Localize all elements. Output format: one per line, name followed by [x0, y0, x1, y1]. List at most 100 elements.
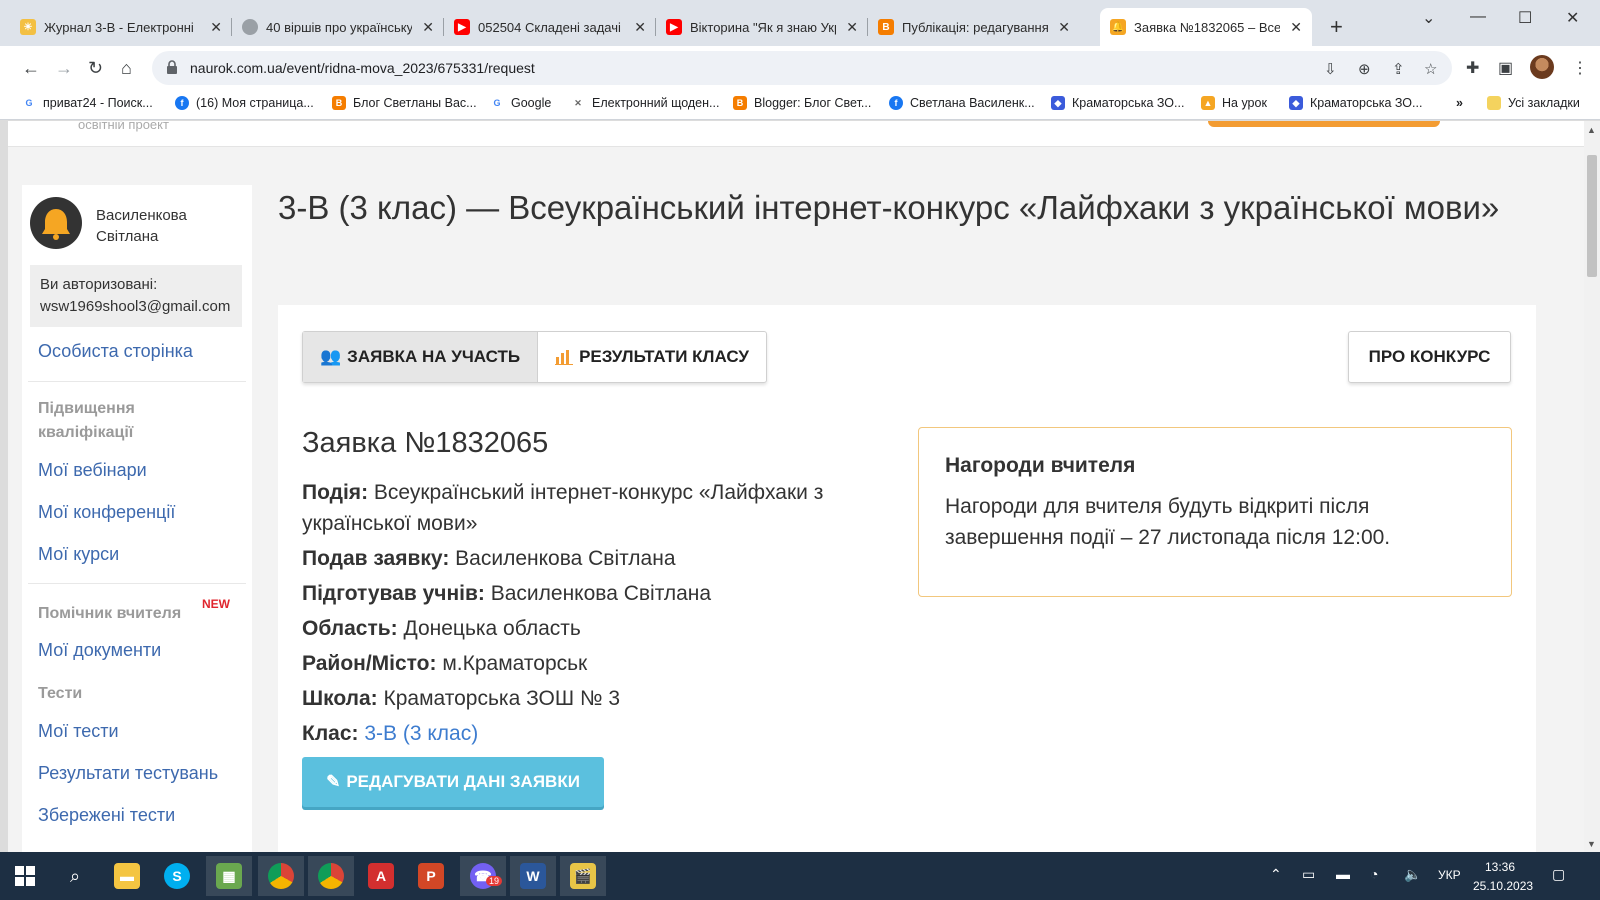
bookmark-item[interactable]: B Блог Светланы Вас... — [332, 96, 477, 110]
taskbar-app[interactable]: S — [154, 856, 200, 896]
sidebar-link-conferences[interactable]: Мої конференції — [38, 502, 175, 523]
word-icon: W — [520, 863, 546, 889]
reload-icon[interactable]: ↻ — [88, 58, 103, 79]
user-avatar[interactable] — [30, 197, 82, 249]
address-bar[interactable]: naurok.com.ua/event/ridna-mova_2023/6753… — [152, 51, 1452, 85]
page-scrollbar[interactable]: ▲ ▼ — [1584, 121, 1600, 852]
taskbar-app[interactable]: A — [358, 856, 404, 896]
field-label: Подія: — [302, 481, 369, 504]
bookmark-item[interactable]: f (16) Моя страница... — [175, 96, 314, 110]
minimize-icon[interactable]: — — [1470, 8, 1486, 26]
taskbar-app[interactable] — [258, 856, 304, 896]
maximize-icon[interactable]: ☐ — [1518, 8, 1532, 28]
taskbar-app[interactable]: 🎬 — [560, 856, 606, 896]
tab-search-chevron-icon[interactable]: ⌄ — [1422, 8, 1435, 28]
sidebar-link-personal-page[interactable]: Особиста сторінка — [38, 341, 193, 362]
bookmark-item[interactable]: f Светлана Василенк... — [889, 96, 1035, 110]
bookmark-item[interactable]: ◆ Краматорська ЗО... — [1289, 96, 1422, 110]
close-icon[interactable]: ✕ — [634, 19, 646, 36]
forward-arrow-icon[interactable]: → — [55, 58, 73, 79]
taskbar-app[interactable]: ▦ — [206, 856, 252, 896]
language-indicator[interactable]: УКР — [1438, 868, 1461, 882]
zoom-icon[interactable]: ⊕ — [1358, 60, 1371, 78]
user-name[interactable]: Василенкова Світлана — [96, 205, 246, 247]
bookmark-item[interactable]: ▲ На урок — [1201, 96, 1267, 110]
bookmark-label: Краматорська ЗО... — [1072, 96, 1185, 110]
bookmark-label: (16) Моя страница... — [196, 96, 314, 110]
bookmark-label: Blogger: Блог Свет... — [754, 96, 872, 110]
field-prepared-by: Підготував учнів: Василенкова Світлана — [302, 578, 882, 609]
share-icon[interactable]: ⇪ — [1392, 60, 1405, 78]
sidebar-link-saved-tests[interactable]: Збережені тести — [38, 805, 175, 826]
close-icon[interactable]: ✕ — [1290, 19, 1302, 36]
header-orange-button[interactable] — [1208, 121, 1440, 127]
taskbar-app[interactable] — [308, 856, 354, 896]
scroll-down-arrow-icon[interactable]: ▼ — [1587, 839, 1596, 849]
bookmark-item[interactable]: ◆ Краматорська ЗО... — [1051, 96, 1184, 110]
browser-tab[interactable]: B Публікація: редагування ✕ — [868, 8, 1080, 46]
taskbar-app[interactable]: ▬ — [104, 856, 150, 896]
display-icon[interactable]: ▭ — [1302, 866, 1315, 883]
home-icon[interactable]: ⌂ — [121, 58, 132, 79]
notifications-icon[interactable]: ▢ — [1552, 866, 1565, 883]
header-tagline: освітній проект — [78, 121, 169, 132]
show-hidden-icons-chevron-icon[interactable]: ⌃ — [1270, 866, 1282, 883]
close-icon[interactable]: ✕ — [1058, 19, 1070, 36]
windows-taskbar: ⌕ ▬ S ▦ A P ☎ 19 W 🎬 ⌃ ▭ ▬ ◔ 🔈 УКР 13:36… — [0, 852, 1600, 900]
taskbar-app[interactable]: ☎ 19 — [460, 856, 506, 896]
sidebar-divider — [28, 381, 246, 382]
wifi-icon[interactable]: ◔ — [1370, 866, 1378, 882]
youtube-icon: ▶ — [454, 19, 470, 35]
back-arrow-icon[interactable]: ← — [22, 58, 40, 79]
tab-title: 052504 Складені задачі н — [478, 19, 625, 35]
tab-results[interactable]: РЕЗУЛЬТАТИ КЛАСУ — [537, 332, 766, 382]
field-value: Всеукраїнський інтернет-конкурс «Лайфхак… — [302, 481, 824, 535]
new-tab-plus-icon[interactable]: + — [1330, 14, 1343, 40]
browser-tab-active[interactable]: 🔔 Заявка №1832065 – Всеук ✕ — [1100, 8, 1312, 46]
field-label: Школа: — [302, 687, 378, 710]
about-contest-button[interactable]: ПРО КОНКУРС — [1348, 331, 1511, 383]
sidebar-link-courses[interactable]: Мої курси — [38, 544, 119, 565]
bookmark-item[interactable]: G приват24 - Поиск... — [22, 96, 152, 110]
field-school: Школа: Краматорська ЗОШ № 3 — [302, 683, 882, 714]
scroll-up-arrow-icon[interactable]: ▲ — [1587, 125, 1596, 135]
field-event: Подія: Всеукраїнський інтернет-конкурс «… — [302, 477, 882, 539]
sidebar-link-webinars[interactable]: Мої вебінари — [38, 460, 147, 481]
edit-application-button[interactable]: ✎ РЕДАГУВАТИ ДАНІ ЗАЯВКИ — [302, 757, 604, 807]
bookmark-label: Блог Светланы Вас... — [353, 96, 477, 110]
application-card: 👥 ЗАЯВКА НА УЧАСТЬ РЕЗУЛЬТАТИ КЛАСУ ПРО … — [278, 305, 1536, 852]
taskbar-app[interactable]: W — [510, 856, 556, 896]
class-link[interactable]: 3-В (3 клас) — [364, 722, 478, 745]
extensions-puzzle-icon[interactable]: ✚ — [1466, 58, 1479, 78]
scroll-thumb[interactable] — [1587, 155, 1597, 277]
browser-tab[interactable]: ☀ Журнал 3-В - Електронні ✕ — [10, 8, 232, 46]
bookmark-item[interactable]: ✕ Електронний щоден... — [571, 96, 719, 110]
browser-tab[interactable]: 40 віршів про українську ✕ — [232, 8, 444, 46]
sidebar-link-test-results[interactable]: Результати тестувань — [38, 763, 218, 784]
sidebar-link-documents[interactable]: Мої документи — [38, 640, 161, 661]
school-icon: ◆ — [1289, 96, 1303, 110]
search-button[interactable]: ⌕ — [52, 856, 98, 896]
start-button[interactable] — [2, 856, 48, 896]
browser-tab[interactable]: ▶ Вікторина "Як я знаю Укр ✕ — [656, 8, 868, 46]
all-bookmarks[interactable]: Усі закладки — [1487, 96, 1580, 110]
close-icon[interactable]: ✕ — [422, 19, 434, 36]
bookmark-item[interactable]: G Google — [490, 96, 551, 110]
bookmark-item[interactable]: B Blogger: Блог Свет... — [733, 96, 871, 110]
sidebar-link-my-tests[interactable]: Мої тести — [38, 721, 119, 742]
profile-avatar[interactable] — [1530, 55, 1554, 79]
battery-icon[interactable]: ▬ — [1336, 866, 1350, 882]
close-icon[interactable]: ✕ — [210, 19, 222, 36]
bookmark-star-icon[interactable]: ☆ — [1424, 60, 1437, 78]
install-app-icon[interactable]: ⇩ — [1324, 60, 1337, 78]
bookmarks-overflow[interactable]: » — [1456, 96, 1463, 110]
window-close-icon[interactable]: ✕ — [1566, 8, 1579, 28]
side-panel-icon[interactable]: ▣ — [1498, 58, 1513, 78]
browser-tab[interactable]: ▶ 052504 Складені задачі н ✕ — [444, 8, 656, 46]
tab-application[interactable]: 👥 ЗАЯВКА НА УЧАСТЬ — [303, 332, 538, 382]
close-icon[interactable]: ✕ — [846, 19, 858, 36]
taskbar-app[interactable]: P — [408, 856, 454, 896]
volume-icon[interactable]: 🔈 — [1404, 866, 1421, 883]
menu-kebab-icon[interactable]: ⋮ — [1572, 58, 1588, 78]
field-value: Донецька область — [403, 617, 581, 640]
